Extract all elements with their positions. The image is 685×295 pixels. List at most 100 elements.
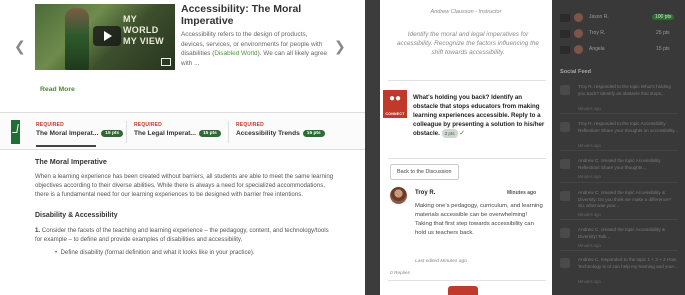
avatar[interactable]: [390, 187, 407, 204]
rank-badge: [560, 46, 570, 54]
play-icon[interactable]: [93, 26, 121, 46]
leaderboard-row: Troy R. 25 pts: [552, 28, 685, 40]
points-badge: 15 pts: [101, 130, 124, 137]
leader-points: 25 pts: [656, 30, 670, 36]
feed-time: Minutes ago: [578, 143, 601, 148]
leader-name: Troy R.: [589, 30, 606, 36]
disabled-world-link[interactable]: Disabled World: [214, 50, 257, 57]
list-item-text: Consider the facets of the teaching and …: [35, 227, 329, 244]
divider: [126, 121, 127, 143]
feed-text: Andrew C. created the topic Accessibilit…: [578, 190, 672, 208]
required-label: REQUIRED: [36, 122, 64, 128]
required-label: REQUIRED: [134, 122, 162, 128]
divider: [388, 158, 546, 159]
check-icon: ✓: [459, 130, 466, 138]
feed-icon: [560, 228, 570, 238]
thumbnail-caption: MY WORLD MY VIEW: [123, 14, 164, 46]
leader-name: Angela: [589, 46, 605, 52]
tab-label: The Legal Imperat...: [134, 130, 196, 137]
resource-carousel: ❮ MY WORLD MY VIEW Accessibility: The Mo…: [0, 0, 365, 112]
feed-text: Andrew C. responded to the topic 1 + 3 +…: [578, 257, 678, 269]
required-label: REQUIRED: [236, 122, 264, 128]
read-more-link[interactable]: Read More: [40, 86, 75, 93]
article-heading: The Moral Imperative: [35, 157, 107, 166]
resource-title[interactable]: Accessibility: The Moral Imperative: [181, 3, 331, 27]
feed-time: Minutes ago: [578, 212, 601, 217]
tab-accessibility-trends[interactable]: REQUIRED Accessibility Trends 15 pts: [236, 122, 325, 137]
replies-count[interactable]: 0 Replies: [390, 271, 410, 276]
article-content: The Moral Imperative When a learning exp…: [35, 157, 335, 256]
section-heading: Disability & Accessibility: [35, 212, 118, 220]
chevron-right-icon[interactable]: ❯: [334, 38, 346, 55]
post-timestamp: Minutes ago: [507, 190, 537, 196]
leaderboard-row: Angela 15 pts: [552, 44, 685, 56]
list-item: 1. Consider the facets of the teaching a…: [35, 226, 335, 244]
feed-text: Troy R. responded to the topic Accessibi…: [578, 121, 679, 133]
module-panel: ❮ MY WORLD MY VIEW Accessibility: The Mo…: [0, 0, 365, 295]
avatar: [574, 29, 583, 38]
question-text: What's holding you back? Identify an obs…: [413, 94, 545, 138]
leader-points: 100 pts: [652, 14, 675, 20]
avatar: [574, 13, 583, 22]
connect-badge: ●● CONNECT: [383, 90, 407, 118]
completed-check-icon: [11, 120, 20, 144]
feed-icon: [560, 191, 570, 201]
feed-icon: [560, 258, 570, 268]
avatar: [574, 45, 583, 54]
feed-time: Minutes ago: [578, 243, 601, 248]
discussion-prompt: Identify the moral and legal imperatives…: [397, 31, 539, 56]
bullet-item: • Define disability (formal definition a…: [55, 249, 255, 257]
reply-button[interactable]: [448, 286, 478, 295]
points-badge: 15 pts: [198, 130, 221, 137]
video-thumbnail[interactable]: MY WORLD MY VIEW: [35, 4, 175, 70]
student-figure: [65, 8, 89, 70]
points-badge: 3 pts: [441, 129, 458, 139]
rank-badge: [560, 30, 570, 38]
feed-text: Troy R. responded to the topic What's ho…: [578, 84, 671, 96]
divider: [560, 219, 678, 220]
divider: [560, 182, 678, 183]
edit-status: Last edited Minutes ago: [415, 259, 467, 264]
leader-name: Jason R.: [589, 14, 609, 20]
article-paragraph: When a learning experience has been crea…: [35, 173, 334, 199]
feed-time: Minutes ago: [578, 106, 601, 111]
discussion-question: What's holding you back? Identify an obs…: [413, 93, 546, 139]
connect-label: CONNECT: [385, 112, 405, 116]
divider: [228, 121, 229, 143]
activity-sidebar: Jason R. 100 pts Troy R. 25 pts Angela 1…: [552, 0, 685, 295]
overlay-edge: [365, 0, 380, 295]
discussion-panel: Andrew Clausson - Instructor Identify th…: [380, 0, 552, 295]
divider: [560, 150, 678, 151]
tab-moral-imperative[interactable]: REQUIRED The Moral Imperat... 15 pts: [36, 122, 124, 137]
chevron-left-icon[interactable]: ❮: [14, 38, 26, 55]
active-tab-indicator: [36, 145, 96, 147]
tab-label: The Moral Imperat...: [36, 130, 99, 137]
post-author[interactable]: Troy R.: [415, 190, 435, 196]
points-badge: 15 pts: [302, 130, 325, 137]
divider: [388, 80, 546, 81]
list-number: 1.: [35, 227, 41, 235]
divider: [388, 280, 546, 281]
fullscreen-icon[interactable]: [161, 58, 171, 66]
social-feed-heading: Social Feed: [560, 69, 592, 75]
feed-time: Minutes ago: [578, 279, 601, 284]
feed-text: Andrew C. created the topic Accessibilit…: [578, 227, 666, 239]
divider: [560, 113, 678, 114]
feed-time: Minutes ago: [578, 174, 601, 179]
feed-text: Andrew C. created the topic Accessibilit…: [578, 158, 661, 170]
leader-points: 15 pts: [656, 46, 670, 52]
divider: [560, 250, 678, 251]
rank-badge: [560, 14, 570, 22]
back-to-discussion-button[interactable]: Back to the Discussion: [390, 164, 459, 180]
bullet-text: Define disability (formal definition and…: [60, 249, 255, 257]
instructor-name: Andrew Clausson - Instructor: [430, 9, 502, 15]
people-icon: ●●: [389, 93, 402, 104]
leaderboard-row: Jason R. 100 pts: [552, 12, 685, 24]
feed-icon: [560, 85, 570, 95]
feed-icon: [560, 159, 570, 169]
tab-legal-imperative[interactable]: REQUIRED The Legal Imperat... 15 pts: [134, 122, 221, 137]
tab-label: Accessibility Trends: [236, 130, 300, 137]
feed-icon: [560, 122, 570, 132]
resource-description: Accessibility refers to the design of pr…: [181, 30, 331, 68]
post-body: Making one's pedagogy, curriculum, and l…: [415, 203, 543, 236]
